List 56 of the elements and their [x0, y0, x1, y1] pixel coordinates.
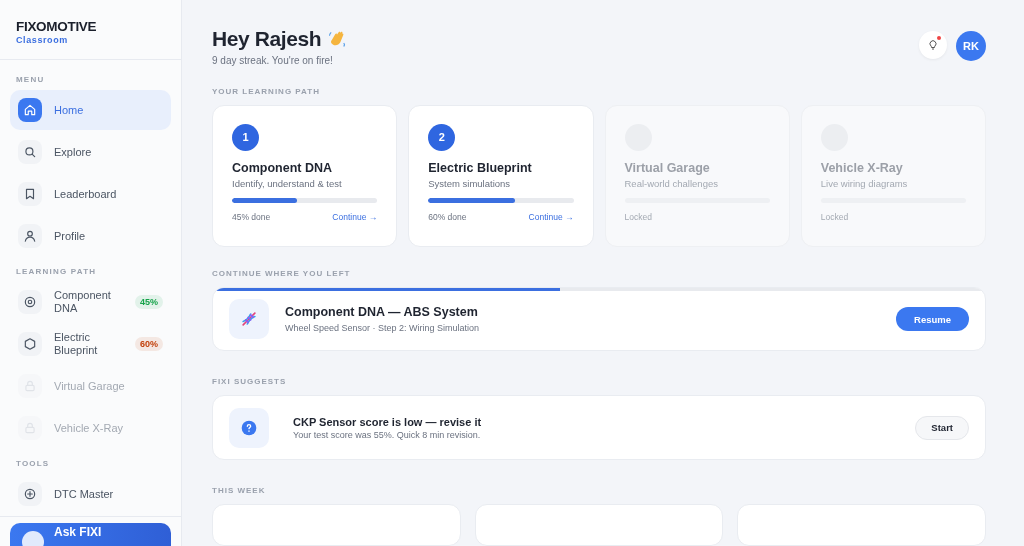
search-icon [23, 145, 37, 159]
progress-text: Locked [624, 211, 652, 222]
card-subtitle: Identify, understand & test [232, 177, 343, 189]
start-button[interactable]: Start [915, 415, 969, 440]
progress-text: 60% done [428, 211, 467, 222]
section-label: CONTINUE WHERE YOU LEFT [212, 268, 352, 278]
sidebar-item[interactable]: Component DNA 45% [10, 282, 171, 322]
card-subtitle: Real-world challenges [624, 177, 719, 189]
plus-circle-icon [23, 487, 37, 501]
continue-link[interactable]: Continue → [332, 211, 378, 222]
step-number: 1 [232, 123, 259, 151]
sidebar-item[interactable]: DTC Master [10, 474, 171, 514]
brand-subtitle: Classroom [16, 35, 69, 45]
continue-link[interactable]: Continue → [528, 211, 574, 222]
resume-button[interactable]: Resume [896, 307, 969, 332]
card-title: Vehicle X-Ray [820, 160, 904, 175]
suggestion-title: CKP Sensor score is low — revise it [293, 415, 483, 428]
path-card[interactable]: 2 Electric Blueprint System simulations 60% done Continue → [408, 104, 594, 247]
card-title: Electric Blueprint [428, 160, 533, 175]
lesson-subtitle: Wheel Speed Sensor · Step 2: Wiring Simulation [285, 323, 481, 334]
section-label: MENU [16, 75, 46, 84]
section-label: THIS WEEK [212, 486, 267, 495]
section-label: LEARNING PATH [16, 267, 98, 276]
sidebar-item[interactable]: Home [10, 90, 171, 130]
question-icon [241, 419, 257, 436]
ask-button[interactable]: Ask FIXI [10, 523, 171, 546]
target-icon [23, 295, 37, 309]
sidebar-item[interactable]: Profile [10, 216, 171, 256]
sidebar-item[interactable]: Electric Blueprint 60% [10, 324, 171, 364]
sidebar-item[interactable]: Explore [10, 132, 171, 172]
path-card[interactable]: 1 Component DNA Identify, understand & test 45% done Continue → [212, 104, 398, 247]
home-icon [23, 103, 37, 117]
user-icon [23, 229, 37, 243]
greeting-title: Hey Rajesh [212, 27, 322, 51]
card-subtitle: System simulations [428, 177, 512, 189]
streak-text: 9 day streak. You're on fire! [212, 55, 334, 66]
card-title: Component DNA [232, 160, 333, 175]
progress-text: Locked [820, 211, 849, 222]
card-title: Virtual Garage [624, 160, 711, 175]
suggestion-text: Your test score was 55%. Quick 8 min revision. [293, 429, 482, 440]
hexagon-icon [23, 337, 37, 351]
brand-name: FIXOMOTIVE [16, 19, 98, 34]
notification-button[interactable] [919, 31, 947, 59]
sidebar-item[interactable]: Leaderboard [10, 174, 171, 214]
user-avatar[interactable]: RK [956, 31, 986, 61]
percent-badge: 45% [135, 295, 163, 309]
bulb-icon [927, 39, 939, 51]
card-subtitle: Live wiring diagrams [820, 177, 909, 189]
lesson-title: Component DNA — ABS System [285, 305, 479, 320]
progress-text: 45% done [232, 211, 271, 222]
section-label: YOUR LEARNING PATH [212, 86, 321, 96]
step-number: 2 [428, 123, 456, 151]
section-label: FIXI SUGGESTS [212, 377, 288, 387]
percent-badge: 60% [135, 337, 163, 351]
bookmark-icon [23, 187, 37, 201]
section-label: TOOLS [16, 459, 51, 468]
